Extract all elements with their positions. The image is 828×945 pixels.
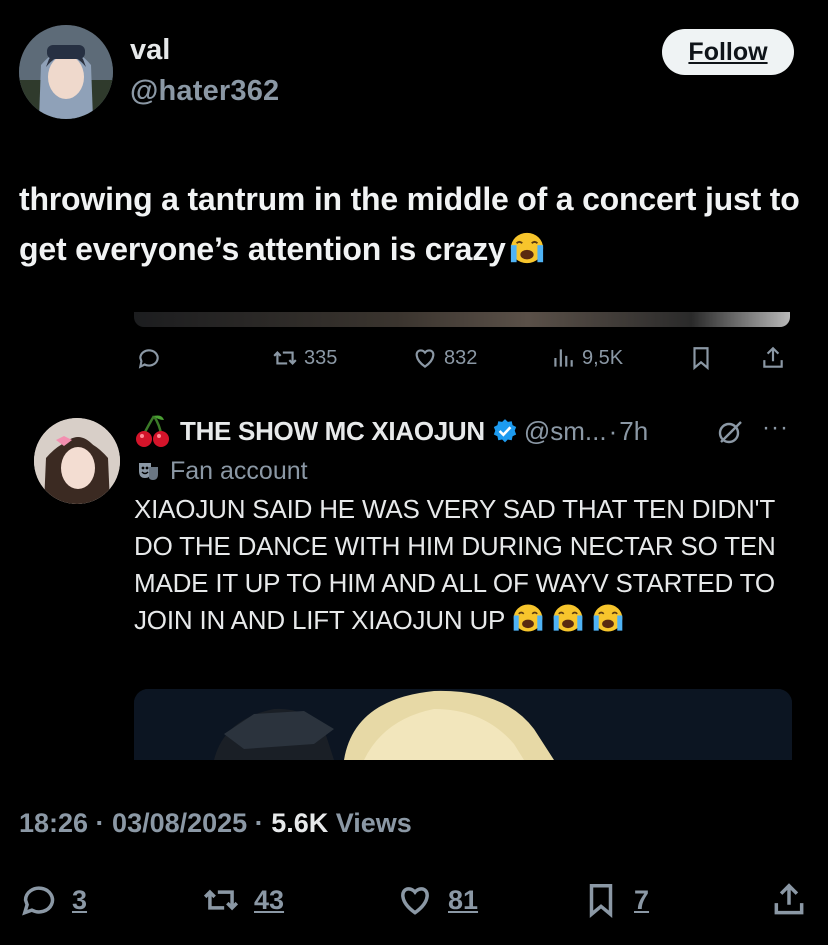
reply-separator: · [608,415,618,446]
heart-icon [415,349,435,368]
retweet-icon [203,889,239,911]
author-handle[interactable]: @hater362 [130,75,279,108]
quoted-views-button[interactable]: 9,5K [550,340,623,376]
quoted-like-count: 832 [444,346,478,369]
quoted-reply-button[interactable] [136,340,168,376]
share-button[interactable] [770,872,822,928]
like-count: 81 [448,884,479,915]
cherries-icon [136,415,169,447]
reply-timestamp[interactable]: 7h [619,416,648,447]
quoted-share-button[interactable] [760,340,792,376]
reply-header: THE SHOW MC XIAOJUN @sm... · 7h [134,412,648,450]
more-options-icon[interactable]: ··· [762,414,789,442]
tweet-meta: 18:26 · 03/08/2025 · 5.6K Views [19,808,412,839]
author-avatar[interactable] [19,25,113,119]
grok-icon[interactable] [716,418,744,446]
like-button[interactable]: 81 [396,872,478,928]
quoted-views-count: 9,5K [582,346,624,369]
views-chart-icon [554,349,573,367]
reply-count: 3 [72,884,88,915]
quoted-actions-bar: 335 832 9,5K [134,340,790,376]
theater-masks-icon [139,463,158,480]
retweet-button[interactable]: 43 [202,872,284,928]
share-icon [763,346,783,368]
reply-author-avatar[interactable] [34,418,120,504]
reply-icon [138,349,159,369]
tweet-timestamp[interactable]: 18:26 · 03/08/2025 · [19,808,271,838]
retweet-count: 43 [254,884,285,915]
bookmark-icon [693,347,709,371]
tweet-views-count: 5.6K [271,808,329,838]
bookmark-icon [589,884,613,918]
quoted-media-preview[interactable] [134,312,790,327]
reply-body-text: XIAOJUN SAID HE WAS VERY SAD THAT TEN DI… [134,494,776,635]
loudly-crying-face-icon [593,604,623,632]
loudly-crying-face-icon [513,604,543,632]
reply-body: XIAOJUN SAID HE WAS VERY SAD THAT TEN DI… [134,491,804,639]
share-icon [774,883,804,915]
reply-author-handle[interactable]: @sm... [524,416,607,447]
retweet-icon [273,351,297,365]
loudly-crying-face-icon [510,232,543,264]
reply-icon [22,886,55,916]
fan-account-text: Fan account [170,456,308,485]
quoted-retweet-button[interactable]: 335 [272,340,337,376]
quoted-like-button[interactable]: 832 [412,340,477,376]
verified-badge-icon [493,419,517,443]
tweet-views-label: Views [328,808,412,838]
author-display-name[interactable]: val [130,34,170,67]
quoted-retweet-count: 335 [304,346,338,369]
tweet-actions-bar: 3 43 81 7 [0,872,828,928]
reply-button[interactable]: 3 [20,872,87,928]
heart-icon [401,887,429,915]
bookmark-button[interactable]: 7 [582,872,649,928]
tweet-text: throwing a tantrum in the middle of a co… [19,174,819,274]
reply-author-name[interactable]: THE SHOW MC XIAOJUN [180,416,485,447]
bookmark-count: 7 [634,884,650,915]
fan-account-label: Fan account [136,455,308,487]
follow-button[interactable]: Follow [662,29,794,75]
tweet-text-content: throwing a tantrum in the middle of a co… [19,181,800,267]
quoted-bookmark-button[interactable] [688,340,720,376]
loudly-crying-face-icon [553,604,583,632]
reply-media-preview[interactable] [134,689,792,760]
